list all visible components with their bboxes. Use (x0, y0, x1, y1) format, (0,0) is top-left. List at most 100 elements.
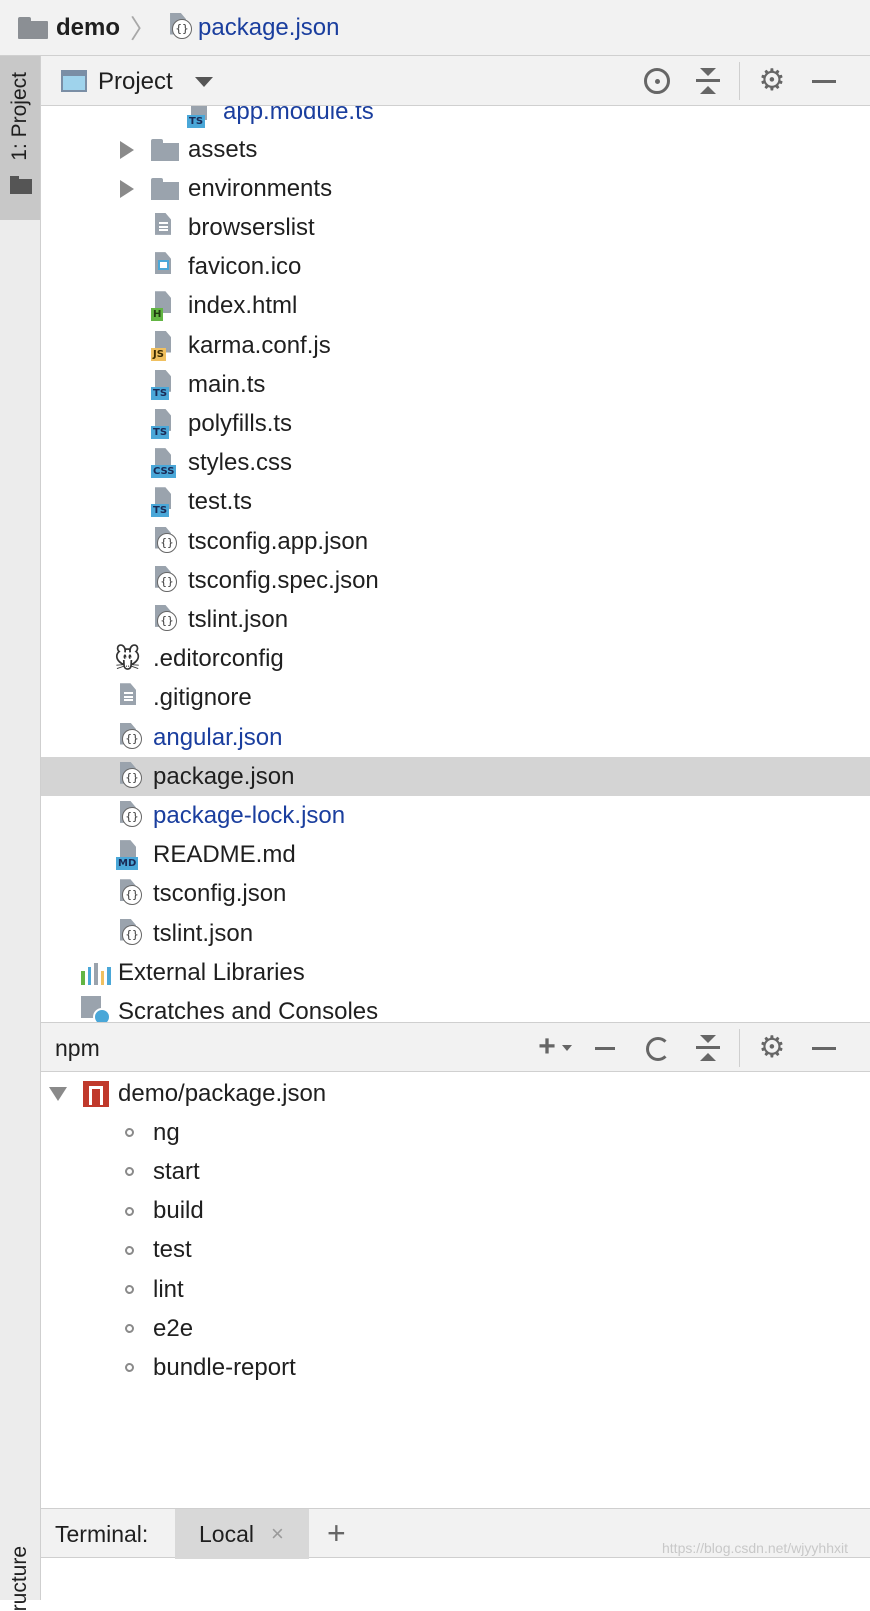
tree-item[interactable]: CSS styles.css (41, 444, 870, 483)
tree-item-label: polyfills.ts (188, 409, 293, 437)
tree-item[interactable]: .gitignore (41, 679, 870, 718)
tree-item[interactable]: favicon.ico (41, 248, 870, 287)
tree-item-label: package-lock.json (153, 801, 346, 829)
json-file-icon: {} (116, 918, 142, 949)
breadcrumb-project-label: demo (56, 13, 121, 41)
tree-item[interactable]: {} tsconfig.json (41, 875, 870, 914)
tree-item[interactable]: browserslist (41, 208, 870, 247)
tree-item-label: environments (188, 174, 333, 202)
json-file-icon: {} (116, 761, 142, 792)
tree-item[interactable]: {} angular.json (41, 718, 870, 757)
breadcrumb-file[interactable]: {} package.json (166, 12, 339, 43)
tree-item[interactable]: {} tsconfig.app.json (41, 522, 870, 561)
npm-panel-title: npm (55, 1035, 100, 1061)
tree-item[interactable]: {} tslint.json (41, 600, 870, 639)
script-bullet-icon (125, 1245, 134, 1255)
npm-package-label: demo/package.json (118, 1079, 327, 1107)
npm-script-label: bundle-report (153, 1353, 296, 1381)
npm-icon (83, 1080, 109, 1107)
tree-item-label: favicon.ico (188, 253, 302, 281)
tree-item-label: index.html (188, 292, 298, 320)
breadcrumb-project[interactable]: demo (18, 14, 120, 42)
json-file-icon: {} (116, 800, 142, 831)
tree-item[interactable]: {} tsconfig.spec.json (41, 561, 870, 600)
locate-icon[interactable] (641, 65, 673, 97)
tree-item[interactable]: MD README.md (41, 836, 870, 875)
text-file-icon (151, 212, 177, 243)
tree-item[interactable]: environments (41, 169, 870, 208)
gear-icon[interactable]: ⚙ (756, 1032, 788, 1064)
npm-script-item[interactable]: e2e (41, 1309, 870, 1348)
tree-item[interactable]: TS polyfills.ts (41, 404, 870, 443)
tree-item-label: karma.conf.js (188, 331, 331, 359)
terminal-tab-label: Local (199, 1521, 254, 1547)
tree-item[interactable]: assets (41, 130, 870, 169)
script-bullet-icon (125, 1324, 134, 1334)
tree-item[interactable]: {} tslint.json (41, 914, 870, 953)
npm-script-item[interactable]: start (41, 1152, 870, 1191)
npm-script-item[interactable]: build (41, 1192, 870, 1231)
breadcrumb: demo 〉 {} package.json (0, 0, 870, 56)
script-bullet-icon (125, 1167, 134, 1177)
project-panel-header: Project ⚙ (41, 56, 870, 106)
json-file-icon: {} (116, 722, 142, 753)
tree-item[interactable]: {} package-lock.json (41, 796, 870, 835)
npm-package-node[interactable]: demo/package.json (41, 1074, 870, 1113)
tree-item[interactable]: {} package.json (41, 757, 870, 797)
tree-item[interactable]: TS test.ts (41, 483, 870, 522)
ts-file-icon: TS (151, 369, 177, 400)
tree-item-label: .editorconfig (153, 645, 284, 673)
tree-item-label: .gitignore (153, 684, 252, 712)
editorconfig-icon: 🐭 (114, 644, 142, 675)
npm-script-item[interactable]: lint (41, 1270, 870, 1309)
npm-script-label: start (153, 1157, 200, 1185)
npm-script-item[interactable]: ng (41, 1113, 870, 1152)
chevron-down-icon[interactable] (562, 1045, 572, 1051)
npm-script-item[interactable]: bundle-report (41, 1348, 870, 1387)
tree-item[interactable]: TS main.ts (41, 365, 870, 404)
npm-tool-window: npm + ⚙ demo/package.json ng start build te… (41, 1022, 870, 1508)
npm-script-label: e2e (153, 1314, 194, 1342)
structure-tool-window-button[interactable]: ructure (8, 1546, 32, 1611)
tree-item[interactable]: Hindex.html (41, 287, 870, 326)
tree-item[interactable]: External Libraries (41, 953, 870, 992)
refresh-icon[interactable] (641, 1032, 673, 1064)
collapse-all-icon[interactable] (692, 65, 724, 97)
chevron-down-icon[interactable] (195, 77, 213, 87)
npm-script-label: test (153, 1236, 192, 1264)
terminal-tab-local[interactable]: Local × (175, 1509, 309, 1559)
hide-panel-icon[interactable] (808, 1032, 840, 1064)
tree-item-label: main.ts (188, 370, 266, 398)
tree-item-label: tsconfig.app.json (188, 527, 369, 555)
toolbar-separator (739, 1029, 740, 1067)
script-bullet-icon (125, 1128, 134, 1138)
hide-panel-icon[interactable] (808, 65, 840, 97)
gear-icon[interactable]: ⚙ (756, 65, 788, 97)
tree-item[interactable]: Scratches and Consoles (41, 992, 870, 1022)
json-file-icon: {} (166, 12, 193, 43)
text-file-icon (116, 683, 142, 713)
tree-item-label: app.module.ts (223, 106, 374, 125)
tree-item[interactable]: 🐭 .editorconfig (41, 640, 870, 679)
expand-arrow-icon[interactable] (49, 1086, 67, 1101)
project-view-selector[interactable]: Project (98, 68, 173, 96)
project-tool-window-button[interactable]: 1: Project (0, 56, 40, 220)
collapse-all-icon[interactable] (692, 1032, 724, 1064)
expand-arrow-icon[interactable] (120, 179, 134, 198)
expand-arrow-icon[interactable] (120, 140, 134, 159)
add-icon[interactable]: + (531, 1031, 563, 1063)
tree-item-label: package.json (153, 762, 295, 790)
close-icon[interactable]: × (271, 1521, 284, 1547)
html-file-icon: H (151, 291, 177, 322)
script-bullet-icon (125, 1285, 134, 1294)
new-terminal-tab-button[interactable]: + (327, 1515, 346, 1552)
tree-item[interactable]: JS karma.conf.js (41, 326, 870, 365)
script-bullet-icon (125, 1363, 134, 1373)
breadcrumb-separator-icon: 〉 (130, 14, 157, 44)
js-file-icon: JS (151, 330, 177, 361)
remove-icon[interactable] (589, 1032, 621, 1064)
tree-item[interactable]: TS app.module.ts (41, 106, 870, 131)
npm-script-item[interactable]: test (41, 1231, 870, 1270)
tree-item-label: tsconfig.json (153, 880, 287, 908)
tree-item-label: assets (188, 135, 258, 163)
